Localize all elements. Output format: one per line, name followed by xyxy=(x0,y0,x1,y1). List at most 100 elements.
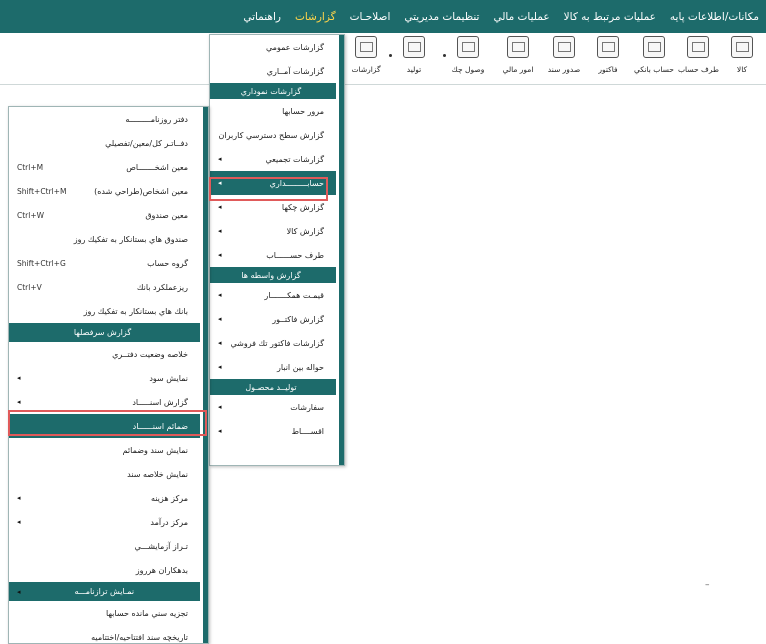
menu-item-label: گزارش كالا xyxy=(286,226,324,236)
reports_menu-item-1[interactable]: گزارشات آمــاري xyxy=(210,59,336,83)
menu-goods-operations[interactable]: عمليات مرتبط به كالا xyxy=(557,11,663,23)
accounting_menu-item-7[interactable]: ريزعملكرد بانك Ctrl+V xyxy=(9,275,200,299)
accounting_menu-item-3[interactable]: معين اشخاص(طراحي شده) Shift+Ctrl+M xyxy=(9,179,200,203)
reports_menu-item-10: گزارش واسطه ها xyxy=(210,267,336,283)
accounting_menu-item-19[interactable]: بدهكاران هرروز xyxy=(9,558,200,582)
menu-item-label: تـراز آزمايشـــي xyxy=(134,541,188,551)
submenu-arrow-icon: ◂ xyxy=(218,363,222,371)
reports_menu-item-13[interactable]: گزارشات فاكتور تك فروشي ◂ xyxy=(210,331,336,355)
toolbar-production-button[interactable]: توليد xyxy=(389,36,434,74)
shortcut-label: Ctrl+V xyxy=(17,282,42,292)
accounting_menu-item-2[interactable]: معين اشخـــــــاص Ctrl+M xyxy=(9,155,200,179)
reports_menu-item-9[interactable]: طرف حســــــاب ◂ xyxy=(210,243,336,267)
check-icon xyxy=(457,36,479,58)
accounting_menu-item-8[interactable]: بانك هاي بستانكار به تفكيك روز xyxy=(9,299,200,323)
toolbar-account-party-button[interactable]: طرف حساب xyxy=(678,36,719,74)
menu-item-label: تاريخچه سند افتتاحيه/اختتاميه xyxy=(91,632,188,642)
toolbar-label: فاكتور xyxy=(598,65,618,74)
menu-item-label: گروه حساب xyxy=(147,258,188,268)
menu-item-label: حسابـــــــــداري xyxy=(269,178,324,188)
toolbar-finance-button[interactable]: امور مالي xyxy=(498,36,538,74)
accounting_menu-item-21[interactable]: تجزيه سني مانده حسابها xyxy=(9,601,200,625)
accounting_menu-item-14[interactable]: نمايش سند وضمائم xyxy=(9,438,200,462)
reports_menu-item-12[interactable]: گزارش فاكتــور ◂ xyxy=(210,307,336,331)
reports_menu-item-8[interactable]: گزارش كالا ◂ xyxy=(210,219,336,243)
accounting_menu-item-11[interactable]: نمايش سود ◂ xyxy=(9,366,200,390)
reports_menu-item-16[interactable]: سفارشات ◂ xyxy=(210,395,336,419)
menu-item-label: معين اشخاص(طراحي شده) xyxy=(94,186,188,196)
menu-help[interactable]: راهنماتي xyxy=(236,11,288,23)
accounting_menu-item-13[interactable]: ضمائم اسنــــــاد xyxy=(9,414,200,438)
toolbar-goods-button[interactable]: كالا xyxy=(722,36,762,74)
menu-item-label: تجزيه سني مانده حسابها xyxy=(106,608,188,618)
menu-item-label: گزارشات تجميعي xyxy=(265,154,324,164)
document-icon xyxy=(553,36,575,58)
accounting_menu-item-6[interactable]: گروه حساب Shift+Ctrl+G xyxy=(9,251,200,275)
accounting_menu-item-17[interactable]: مركز درآمد ◂ xyxy=(9,510,200,534)
reports-dropdown-menu: گزارشات عمومي گزارشات آمــاري گزارشات نمود… xyxy=(209,34,345,466)
reports_menu-item-7[interactable]: گزارش چكها ◂ xyxy=(210,195,336,219)
accounting_menu-item-22[interactable]: تاريخچه سند افتتاحيه/اختتاميه xyxy=(9,625,200,644)
menu-item-label: ضمائم اسنــــــاد xyxy=(132,421,188,431)
menu-item-label: گزارش فاكتــور xyxy=(272,314,324,324)
accounting-submenu: دفتر روزنامـــــــــه دفــاتـر كل/معين/تف… xyxy=(8,106,209,644)
menu-item-label: بانك هاي بستانكار به تفكيك روز xyxy=(83,306,188,316)
accounting_menu-item-18[interactable]: تـراز آزمايشـــي xyxy=(9,534,200,558)
reports_menu-item-3[interactable]: مرور حسابها xyxy=(210,99,336,123)
reports-icon xyxy=(355,36,377,58)
menu-item-label: طرف حســــــاب xyxy=(266,250,324,260)
accounting_menu-item-15[interactable]: نمايش خلاصه سند xyxy=(9,462,200,486)
menu-item-label: گزارش سرفصلها xyxy=(73,328,132,337)
accounting_menu-item-4[interactable]: معين صندوق Ctrl+W xyxy=(9,203,200,227)
reports_menu-item-14[interactable]: حواله بين انبار ◂ xyxy=(210,355,336,379)
menu-basic-info[interactable]: مكانات/اطلاعات پايه xyxy=(663,11,766,23)
reports_menu-item-4[interactable]: گزارش سطح دسترسي كاربران xyxy=(210,123,336,147)
reports_menu-item-17[interactable]: اقســــاط ◂ xyxy=(210,419,336,443)
menu-item-label: اقســــاط xyxy=(291,426,324,436)
submenu-arrow-icon: ◂ xyxy=(218,251,222,259)
shortcut-label: Shift+Ctrl+M xyxy=(17,186,67,196)
menu-item-label: دفــاتـر كل/معين/تفصيلي xyxy=(105,138,188,148)
submenu-arrow-icon: ◂ xyxy=(17,518,21,526)
menu-item-label: مركز هزينه xyxy=(150,493,188,503)
menu-item-label: نمايش خلاصه سند xyxy=(127,469,188,479)
menu-reports[interactable]: گزارشات xyxy=(288,11,343,23)
menu-item-label: ريزعملكرد بانك xyxy=(136,282,188,292)
menu-item-label: مركز درآمد xyxy=(150,517,188,527)
menu-corrections[interactable]: اصلاحـات xyxy=(343,11,398,23)
toolbar-invoice-button[interactable]: فاكتور xyxy=(588,36,628,74)
accounting_menu-item-5[interactable]: صندوق هاي بستانكار به تفكيك روز xyxy=(9,227,200,251)
reports_menu-item-6[interactable]: حسابـــــــــداري ◂ xyxy=(210,171,336,195)
reports_menu-item-5[interactable]: گزارشات تجميعي ◂ xyxy=(210,147,336,171)
accounting_menu-item-16[interactable]: مركز هزينه ◂ xyxy=(9,486,200,510)
accounting_menu-item-10[interactable]: خلاصه وضعيت دفتــري xyxy=(9,342,200,366)
invoice-icon xyxy=(597,36,619,58)
toolbar-bank-account-button[interactable]: حساب بانكي xyxy=(634,36,674,74)
menu-item-label: گزارش اسنـــــاد xyxy=(132,397,188,407)
menu-item-label: گزارشات نموداري xyxy=(240,86,302,96)
reports_menu-item-11[interactable]: قيمـت همكـــــــار ◂ xyxy=(210,283,336,307)
accounting_menu-item-1[interactable]: دفــاتـر كل/معين/تفصيلي xyxy=(9,131,200,155)
submenu-arrow-icon: ◂ xyxy=(17,398,21,406)
toolbar-issue-document-button[interactable]: صدور سند xyxy=(544,36,584,74)
accounting_menu-item-0[interactable]: دفتر روزنامـــــــــه xyxy=(9,107,200,131)
menu-item-label: دفتر روزنامـــــــــه xyxy=(125,114,188,124)
submenu-arrow-icon: ◂ xyxy=(218,291,222,299)
toolbar-check-collection-button[interactable]: وصول چك xyxy=(443,36,488,74)
submenu-arrow-icon: ◂ xyxy=(17,374,21,382)
menu-item-label: گزارش چكها xyxy=(281,202,324,212)
toolbar-label: كالا xyxy=(736,65,748,74)
menu-item-label: نمـايش ترازنامـــه xyxy=(74,587,135,596)
box-icon xyxy=(731,36,753,58)
accounting_menu-item-12[interactable]: گزارش اسنـــــاد ◂ xyxy=(9,390,200,414)
submenu-arrow-icon: ◂ xyxy=(17,494,21,502)
toolbar-label: وصول چك xyxy=(451,65,485,74)
accounting_menu-item-20: نمـايش ترازنامـــه ◂ xyxy=(9,582,200,601)
menu-item-label: قيمـت همكـــــــار xyxy=(264,290,324,300)
separator-dot xyxy=(443,54,446,57)
menu-management-settings[interactable]: تنظيمات مديريتي xyxy=(397,11,486,23)
menu-financial-operations[interactable]: عمليات مالي xyxy=(486,11,556,23)
toolbar-reports-button[interactable]: گزارشات xyxy=(346,36,386,74)
reports_menu-item-0[interactable]: گزارشات عمومي xyxy=(210,35,336,59)
menu-item-label: گزارشات عمومي xyxy=(265,42,324,52)
